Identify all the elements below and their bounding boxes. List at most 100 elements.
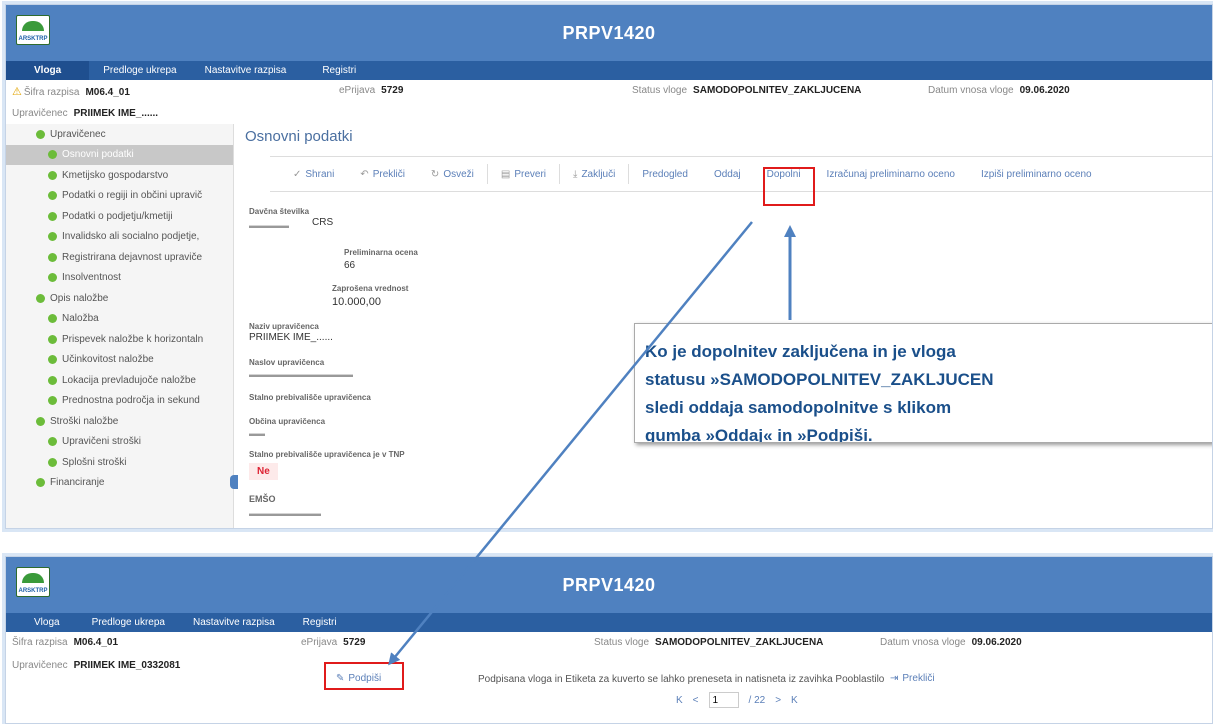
check-icon: ✓ [293,168,302,180]
naslov-label: Naslov upravičenca [249,358,325,367]
sign-row: ✎ Podpiši Podpisana vloga in Etiketa za k… [6,669,1212,691]
sidebar-item[interactable]: Kmetijsko gospodarstvo [6,165,233,186]
naslov-redacted: ▬▬▬▬▬▬▬▬▬▬▬▬▬ [249,370,353,379]
sidebar-item-label: Splošni stroški [62,456,127,468]
datum-label: Datum vnosa vloge [928,85,1014,96]
warning-icon: ⚠ [12,86,22,98]
sidebar-item[interactable]: Prispevek naložbe k horizontaln [6,329,233,350]
sign-cancel-label: Prekliči [902,673,935,684]
sidebar-item-label: Upravičenec [50,128,106,140]
callout-line-1: Ko je dopolnitev zaključena in je vloga [645,342,956,361]
save-label: Shrani [305,168,335,180]
submit-button[interactable]: Oddaj [701,169,754,180]
sidebar-item-label: Učinkovitost naložbe [62,354,154,366]
sign-note: Podpisana vloga in Etiketa za kuverto se… [478,674,885,685]
section-title: Osnovni podatki [245,128,353,145]
status-dot-icon [36,416,45,426]
app-banner: ARSKTRP PRPV1420 [6,5,1212,61]
status-dot-icon [48,314,57,324]
status-dot-icon [48,211,57,221]
sidebar-item[interactable]: Upravičeni stroški [6,432,233,453]
sign-cancel-button[interactable]: ⇥ Prekliči [890,673,935,684]
status-dot-icon [48,334,57,344]
next-page-icon[interactable]: > [775,695,781,706]
sidebar-item[interactable]: Lokacija prevladujoče naložbe [6,370,233,391]
obcina-label: Občina upravičenca [249,417,326,426]
sidebar-item-label: Lokacija prevladujoče naložbe [62,374,196,386]
sidebar-item[interactable]: Invalidsko ali socialno podjetje, [6,227,233,248]
eprijava-label: ePrijava [339,85,376,96]
status-info: Status vloge SAMODOPOLNITEV_ZAKLJUCENA [632,85,861,96]
refresh-button[interactable]: ↻ Osveži [418,169,487,180]
sidebar-item[interactable]: Naložba [6,309,233,330]
status-dot-icon [48,396,57,406]
status-value-2: SAMODOPOLNITEV_ZAKLJUCENA [655,637,824,648]
sidebar-item[interactable]: Učinkovitost naložbe [6,350,233,371]
screenshot-bottom: ARSKTRP PRPV1420 Vloga Predloge ukrepa N… [5,556,1213,724]
status-dot-icon [48,150,57,160]
download-icon: ⤓ [573,168,578,180]
finish-button[interactable]: ⤓ Zaključi [560,169,628,180]
status-dot-icon [36,478,45,488]
first-page-icon[interactable]: K [676,695,683,706]
sidebar-item[interactable]: Podatki o regiji in občini upravič [6,186,233,207]
save-button[interactable]: ✓ Shrani [280,169,347,180]
sidebar-item-label: Prispevek naložbe k horizontaln [62,333,204,345]
sifra-info-2: Šifra razpisa M06.4_01 [12,637,118,648]
sidebar-item[interactable]: Prednostna področja in sekund [6,391,233,412]
tnp-label: Stalno prebivališče upravičenca je v TNP [249,450,405,459]
sidebar-item[interactable]: Stroški naložbe [6,411,233,432]
upravicenec-value: PRIIMEK IME_...... [73,107,159,119]
upravicenec-row: Upravičenec PRIIMEK IME_...... [6,102,1212,124]
prev-page-icon[interactable]: < [693,695,699,706]
eprijava-value: 5729 [381,85,404,96]
davcna-redacted: ▬▬▬▬▬ [249,221,289,230]
sidebar-item-label: Podatki o podjetju/kmetiji [62,210,173,222]
sidebar-item-label: Opis naložbe [50,292,109,304]
menu-predloge-ukrepa[interactable]: Predloge ukrepa [89,61,190,80]
menu-predloge-ukrepa-2[interactable]: Predloge ukrepa [78,613,179,632]
sidebar-item[interactable]: Opis naložbe [6,288,233,309]
menu-nastavitve-razpisa-2[interactable]: Nastavitve razpisa [179,613,289,632]
status-dot-icon [48,191,57,201]
page-input[interactable] [708,692,739,708]
menu-nastavitve-razpisa[interactable]: Nastavitve razpisa [191,61,301,80]
sifra-info: ⚠ Šifra razpisa M06.4_01 [12,85,130,98]
emso-label: EMŠO [249,494,276,504]
sifra-label: Šifra razpisa [23,87,80,98]
datum-value: 09.06.2020 [1019,85,1070,96]
info-row-2: Šifra razpisa M06.4_01 ePrijava 5729 Statu… [6,632,1212,654]
page-total: / 22 [748,694,766,706]
calculate-score-button[interactable]: Izračunaj preliminarno oceno [814,169,968,180]
status-info-2: Status vloge SAMODOPOLNITEV_ZAKLJUCENA [594,637,823,648]
menu-registri[interactable]: Registri [300,61,370,80]
sifra-value: M06.4_01 [85,87,130,98]
naziv-label: Naziv upravičenca [249,322,319,331]
sidebar-item[interactable]: Podatki o podjetju/kmetiji [6,206,233,227]
status-dot-icon [48,170,57,180]
sidebar-item[interactable]: Insolventnost [6,268,233,289]
sidebar-item[interactable]: Financiranje [6,473,233,494]
last-page-icon[interactable]: K [791,695,798,706]
status-dot-icon [48,437,57,447]
sidebar-item-label: Stroški naložbe [50,415,119,427]
instruction-callout: Ko je dopolnitev zaključena in je vloga … [634,323,1212,443]
cancel-button[interactable]: ↶ Prekliči [347,169,418,180]
datum-value-2: 09.06.2020 [971,637,1022,648]
sidebar-item[interactable]: Splošni stroški [6,452,233,473]
print-score-button[interactable]: Izpiši preliminarno oceno [968,169,1105,180]
sidebar-item[interactable]: Osnovni podatki [6,144,233,165]
prelim-value: 66 [344,260,356,271]
status-label-2: Status vloge [594,637,650,648]
pager: K < / 22 > K [676,692,798,708]
sidebar-item[interactable]: Registrirana dejavnost upraviče [6,247,233,268]
menu-registri-2[interactable]: Registri [289,613,351,632]
sidebar-item[interactable]: Upravičenec [6,124,233,145]
sidebar-item-label: Osnovni podatki [62,149,134,161]
menu-vloga[interactable]: Vloga [6,61,90,80]
preview-button[interactable]: Predogled [629,169,701,180]
check-button[interactable]: ▤ Preveri [488,169,559,180]
status-dot-icon [48,457,57,467]
menu-vloga-2[interactable]: Vloga [6,613,78,632]
eprijava-info-2: ePrijava 5729 [301,637,365,648]
